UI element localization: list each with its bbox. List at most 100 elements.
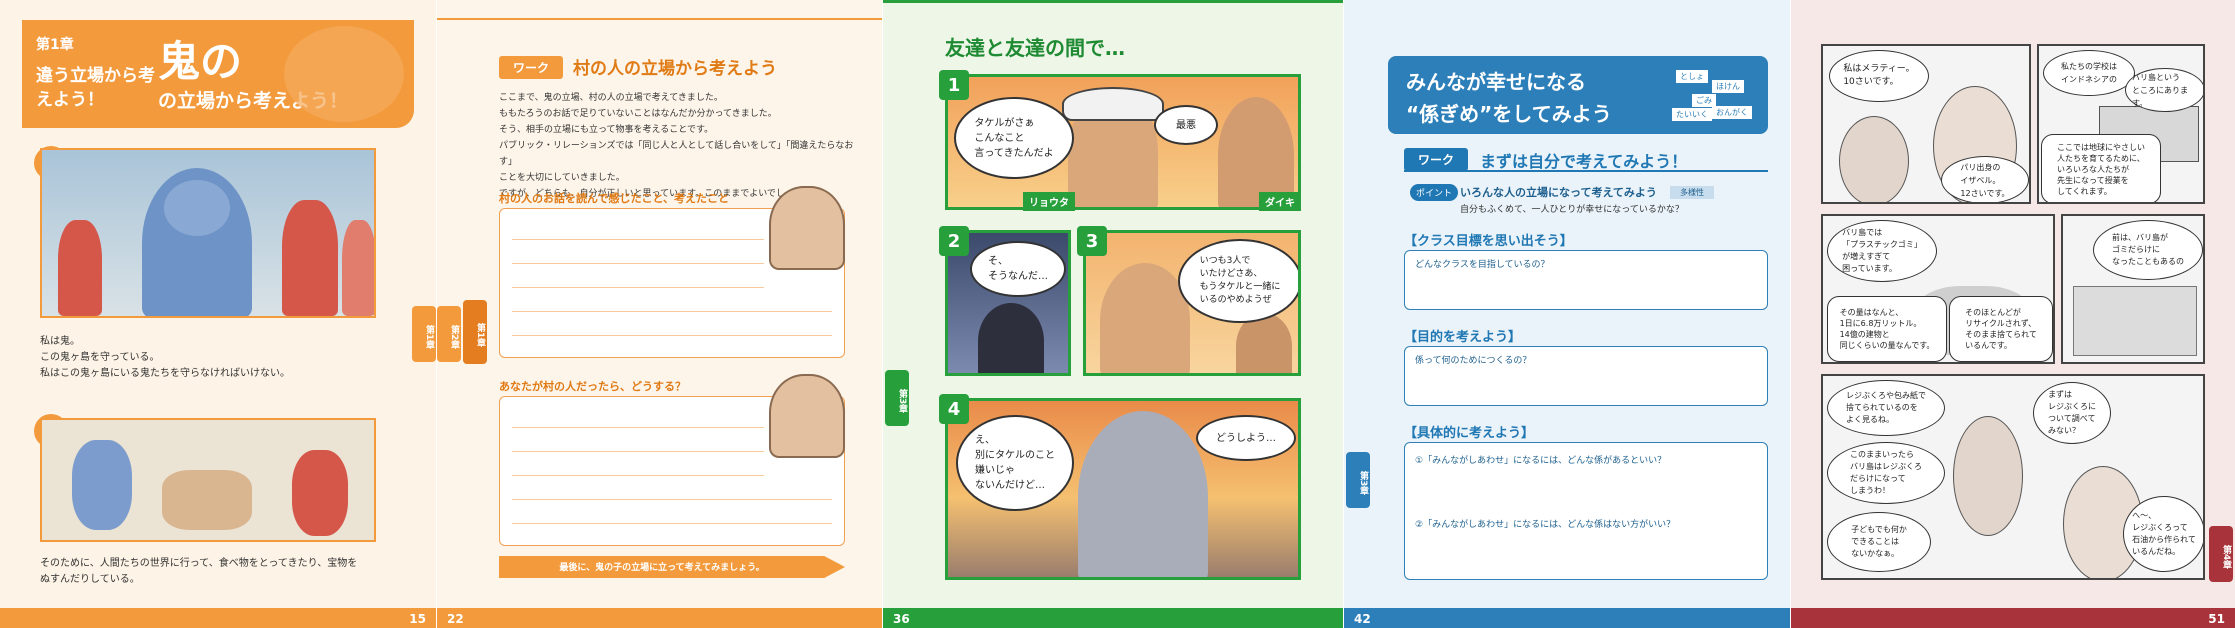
speech-bubble: そのほとんどが リサイクルされず、 そのまま捨てられて いるんです。 — [1949, 296, 2053, 362]
top-rule — [437, 18, 882, 20]
name-label-daiki: ダイキ — [1259, 192, 1301, 211]
chapter-side-tab-2[interactable]: 第1章 — [463, 300, 487, 364]
character-worried — [1078, 411, 1208, 577]
scene-illustration-1 — [40, 148, 376, 318]
point-text: いろんな人の立場になって考えてみよう — [1460, 186, 1657, 199]
work-title: 村の人の立場から考えよう — [573, 59, 777, 79]
character-ryota — [1100, 263, 1190, 373]
point-subtext: 自分もふくめて、一人ひとりが幸せになっているかな？ — [1460, 205, 1684, 215]
work-label: ワーク — [1404, 148, 1469, 171]
speech-bubble: 最悪 — [1154, 105, 1218, 145]
manga-panel-4: 前は、バリ島が ゴミだらけに なったこともあるの — [2061, 214, 2205, 364]
chapter-header: 第1章 違う立場から考えよう！ 鬼の の立場から考えよう！ — [22, 20, 414, 128]
speech-bubble: いつも3人で いたけどさあ、 もうタケルと一緒に いるのやめようぜ — [1178, 239, 1298, 323]
intro-line: ことを大切にしていきました。 — [499, 173, 625, 183]
thought-bubble: どうしよう… — [1196, 415, 1296, 461]
comic-panel-4: え、 別にタケルのこと 嫌いじゃ ないんだけど… どうしよう… — [945, 398, 1301, 580]
page-footer: 42 — [1344, 608, 1790, 628]
manga-panel-5: レジぶくろや包み紙で 捨てられているのを よく見るね。 まずは レジぶくろに つ… — [1821, 374, 2205, 580]
speech-bubble: そ、 そうなんだ… — [970, 241, 1066, 297]
question-2: あなたが村の人だったら、どうする？ — [499, 380, 686, 393]
villagers — [162, 470, 252, 530]
page-number: 42 — [1354, 612, 1371, 626]
intro-line: そう、相手の立場にも立って物事を考えることです。 — [499, 125, 714, 135]
work-title: まずは自分で考えてみよう！ — [1480, 152, 1688, 171]
panel-number-3: 3 — [1077, 226, 1107, 256]
chapter-side-tab[interactable]: 第3章 — [1346, 452, 1370, 508]
purpose-input-box[interactable]: 係って何のためにつくるの？ — [1404, 346, 1768, 406]
page-51: 私はメラティー。 10さいです。 パリ出身の イザベル。 12さいです。 私たち… — [1791, 0, 2235, 628]
text-line: この鬼ヶ島を守っている。 — [40, 352, 160, 363]
page-footer: 36 — [883, 608, 1343, 628]
text-line: ぬすんだりしている。 — [40, 574, 140, 585]
page-22: 第2章 第1章 ワーク 村の人の立場から考えよう ここまで、鬼の立場、村の人の立… — [437, 0, 882, 628]
manga-panel-2: 私たちの学校は インドネシアの バリ島という ところにあります。 ここでは地球に… — [2037, 44, 2205, 204]
speech-bubble: へ～、 レジぶくろって 石油から作られて いるんだね。 — [2123, 496, 2203, 572]
character-melati — [1953, 416, 2023, 536]
answer-line — [512, 499, 832, 500]
character-melati — [1839, 116, 1909, 202]
work-label: ワーク — [499, 56, 564, 79]
chapter-side-tab[interactable]: 第1章 — [412, 306, 436, 362]
answer-line — [512, 427, 764, 428]
speech-bubble: バリ島では 「プラスチックゴミ」 が増えすぎて 困っています。 — [1827, 220, 1937, 282]
ryota-cap — [1062, 87, 1164, 121]
comic-panel-1: タケルがさぁ こんなこと 言ってきたんだよ 最悪 — [945, 74, 1301, 210]
page-36: 友達と友達の間で… タケルがさぁ こんなこと 言ってきたんだよ 最悪 1 リョウ… — [883, 0, 1343, 628]
answer-line — [512, 263, 764, 264]
answer-line — [512, 311, 832, 312]
title-line-1: みんなが幸せになる — [1406, 70, 1586, 94]
villager-portrait-1 — [769, 186, 845, 270]
red-oni — [292, 450, 348, 536]
bottom-arrow-bar: 最後に、鬼の子の立場に立って考えてみましょう。 — [499, 556, 845, 578]
intro-line: パブリック・リレーションズでは「同じ人と人として話し合いをして」「間違えたらなお… — [499, 141, 854, 167]
goal-prompt: どんなクラスを目指しているの？ — [1415, 260, 1550, 270]
duty-tag: たいいく — [1672, 108, 1712, 121]
red-oni-far — [342, 220, 374, 316]
answer-line — [512, 451, 764, 452]
goal-input-box[interactable]: どんなクラスを目指しているの？ — [1404, 250, 1768, 310]
manga-panel-1: 私はメラティー。 10さいです。 パリ出身の イザベル。 12さいです。 — [1821, 44, 2031, 204]
chapter-side-tab[interactable]: 第4章 — [2209, 526, 2233, 582]
section-heading-concrete: 【具体的に考えよう】 — [1404, 426, 1535, 441]
section-heading-purpose: 【目的を考えよう】 — [1404, 330, 1522, 345]
page-footer: 22 — [437, 608, 882, 628]
page-number: 15 — [409, 612, 426, 626]
title-banner: みんなが幸せになる “係ぎめ”をしてみよう としょ ほけん ごみ たいいく おん… — [1388, 56, 1768, 134]
text-line: そのために、人間たちの世界に行って、食べ物をとってきたり、宝物を — [40, 558, 358, 569]
comic-panel-3: いつも3人で いたけどさあ、 もうタケルと一緒に いるのやめようぜ — [1083, 230, 1301, 376]
chapter-side-tab[interactable]: 第3章 — [885, 370, 909, 426]
oni-face — [164, 180, 230, 236]
duty-tag: おんがく — [1712, 106, 1752, 119]
speech-bubble: え、 別にタケルのこと 嫌いじゃ ないんだけど… — [956, 415, 1074, 511]
red-oni-right — [282, 200, 338, 316]
page-number: 22 — [447, 612, 464, 626]
speech-bubble: このままいったら バリ島はレジぶくろ だらけになって しまうわ！ — [1827, 442, 1945, 504]
text-line: 私は鬼。 — [40, 336, 80, 347]
duty-tag: ほけん — [1712, 80, 1744, 93]
speech-bubble: 子どもでも何か できることは ないかなぁ。 — [1827, 512, 1931, 572]
chapter-label: 第1章 — [36, 37, 74, 53]
answer-line — [512, 335, 832, 336]
speech-bubble: タケルがさぁ こんなこと 言ってきたんだよ — [954, 97, 1074, 179]
page-footer: 51 — [1791, 608, 2235, 628]
speech-bubble: レジぶくろや包み紙で 捨てられているのを よく見るね。 — [1827, 380, 1945, 436]
concrete-input-box[interactable]: ①「みんながしあわせ」になるには、どんな係があるといい？ ②「みんながしあわせ」… — [1404, 442, 1768, 580]
speech-bubble: 前は、バリ島が ゴミだらけに なったこともあるの — [2093, 220, 2203, 280]
answer-line — [512, 287, 764, 288]
chapter-side-tab-1[interactable]: 第2章 — [437, 306, 461, 362]
intro-line: ここまで、鬼の立場、村の人の立場で考えてきました。 — [499, 93, 723, 103]
character-silhouette — [978, 303, 1044, 373]
oni-sketch — [284, 26, 404, 122]
question-1: 村の人のお話を読んで感じたこと、考えたこと — [499, 192, 730, 205]
purpose-prompt: 係って何のためにつくるの？ — [1415, 356, 1532, 366]
title-line-2: “係ぎめ”をしてみよう — [1406, 102, 1612, 126]
speech-bubble: 私たちの学校は インドネシアの — [2043, 50, 2135, 96]
red-oni-left — [58, 220, 102, 316]
duty-tag: としょ — [1676, 70, 1708, 83]
speech-bubble: まずは レジぶくろに ついて調べて みない？ — [2033, 382, 2111, 444]
classroom-scene — [2073, 286, 2197, 356]
page-footer: 15 — [0, 608, 436, 628]
page-42: みんなが幸せになる “係ぎめ”をしてみよう としょ ほけん ごみ たいいく おん… — [1344, 0, 1790, 628]
answer-line — [512, 475, 764, 476]
